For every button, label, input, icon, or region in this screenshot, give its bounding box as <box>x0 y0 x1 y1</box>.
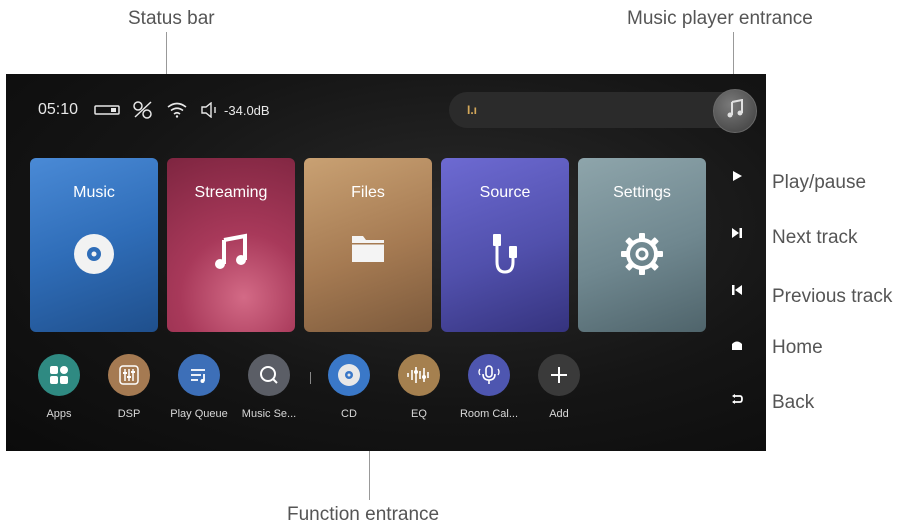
back-icon <box>731 393 743 411</box>
app-eq-label: EQ <box>411 408 427 420</box>
speaker-icon <box>200 102 218 118</box>
tile-settings-label: Settings <box>613 184 671 201</box>
wifi-icon <box>166 102 188 118</box>
queue-icon <box>178 354 220 396</box>
tile-files-label: Files <box>351 184 385 201</box>
search-icon <box>248 354 290 396</box>
output-off-icon <box>132 100 154 120</box>
app-music-search-label: Music Se... <box>241 408 297 420</box>
disc-icon <box>328 354 370 396</box>
music-note-icon <box>725 98 745 124</box>
device-screen: 05:10 -34.0dB I.ı Music Streaming Files … <box>6 74 766 451</box>
play-icon <box>731 169 743 187</box>
app-dsp[interactable]: DSP <box>98 354 160 420</box>
app-apps[interactable]: Apps <box>28 354 90 420</box>
app-cd[interactable]: CD <box>318 354 380 420</box>
app-apps-label: Apps <box>46 408 72 420</box>
mini-player-bar[interactable]: I.ı <box>449 89 757 133</box>
microphone-icon <box>468 354 510 396</box>
app-cd-label: CD <box>341 408 357 420</box>
status-bar: 05:10 -34.0dB <box>38 100 270 120</box>
home-button[interactable] <box>730 340 744 354</box>
status-volume: -34.0dB <box>224 102 270 118</box>
app-play-queue-label: Play Queue <box>170 408 228 420</box>
app-dsp-label: DSP <box>117 408 141 420</box>
tile-source[interactable]: Source <box>441 158 569 332</box>
next-track-button[interactable] <box>730 228 744 242</box>
callout-function-entrance: Function entrance <box>287 504 440 525</box>
music-player-entrance-button[interactable] <box>713 89 757 133</box>
cable-icon <box>441 232 569 276</box>
home-icon <box>731 338 743 356</box>
tile-source-label: Source <box>479 184 531 201</box>
grid-icon <box>38 354 80 396</box>
disc-icon <box>30 232 158 276</box>
equalizer-icon <box>398 354 440 396</box>
status-time: 05:10 <box>38 101 79 118</box>
play-pause-button[interactable] <box>730 171 744 185</box>
callout-home: Home <box>772 337 823 358</box>
plus-icon <box>538 354 580 396</box>
tile-music-label: Music <box>73 184 115 201</box>
gear-icon <box>578 232 706 276</box>
tile-settings[interactable]: Settings <box>578 158 706 332</box>
next-track-icon <box>731 226 743 244</box>
previous-track-button[interactable] <box>730 285 744 299</box>
app-play-queue[interactable]: Play Queue <box>168 354 230 420</box>
callout-previous-track: Previous track <box>772 286 893 307</box>
callout-status-bar: Status bar <box>128 8 215 29</box>
tile-streaming[interactable]: Streaming <box>167 158 295 332</box>
callout-back: Back <box>772 392 815 413</box>
folder-icon <box>304 232 432 264</box>
tile-streaming-label: Streaming <box>194 184 268 201</box>
back-button[interactable] <box>730 393 744 411</box>
tile-files[interactable]: Files <box>304 158 432 332</box>
callout-music-player-entrance: Music player entrance <box>627 8 813 29</box>
music-note-icon <box>167 232 295 272</box>
audio-level-indicator: I.ı <box>467 103 478 117</box>
callout-next-track: Next track <box>772 227 858 248</box>
app-eq[interactable]: EQ <box>388 354 450 420</box>
app-room-calibration-label: Room Cal... <box>459 408 519 420</box>
app-add[interactable]: Add <box>528 354 590 420</box>
dock-separator <box>310 372 311 384</box>
sliders-icon <box>108 354 150 396</box>
usb-device-icon <box>94 104 120 116</box>
app-add-label: Add <box>549 408 569 420</box>
tile-music[interactable]: Music <box>30 158 158 332</box>
previous-track-icon <box>731 283 743 301</box>
callout-play-pause: Play/pause <box>772 172 867 193</box>
app-music-search[interactable]: Music Se... <box>238 354 300 420</box>
app-room-calibration[interactable]: Room Cal... <box>458 354 520 420</box>
